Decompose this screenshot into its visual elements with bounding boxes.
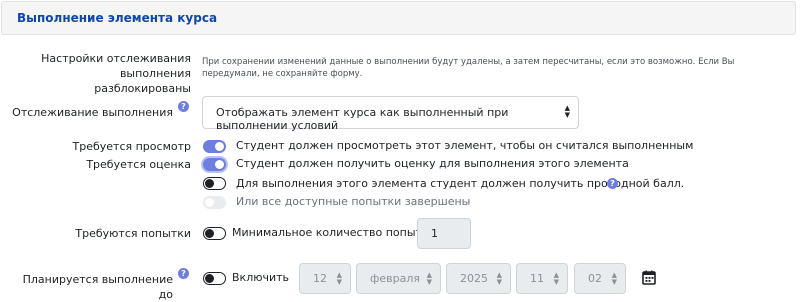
require-grade-text: Студент должен получить оценку для выпол… [236,157,629,170]
year-select-value: 2025 [460,272,488,285]
section-header[interactable]: Выполнение элемента курса [1,1,796,35]
toggle-knob [205,179,214,188]
expected-label: Планируется выполнение до [22,273,173,301]
minute-select[interactable]: 02 ▲ ▼ [574,263,626,294]
unlock-label-line2: разблокированы [94,82,191,95]
tracking-select[interactable]: Отображать элемент курса как выполненный… [202,96,579,132]
expected-enable-text: Включить [232,271,290,284]
year-select[interactable]: 2025 ▲ ▼ [446,263,511,294]
month-select-value: февраля [370,272,421,285]
all-attempts-text: Или все доступные попытки завершены [236,195,471,208]
attempts-label: Требуются попытки [75,227,191,240]
unlock-label: Настройки отслеживания выполнения разбло… [8,51,191,96]
unlock-note: При сохранении изменений данные о выполн… [202,57,735,79]
require-view-text: Студент должен просмотреть этот элемент,… [236,139,694,152]
select-caret-icon: ▲ ▼ [611,271,617,286]
select-caret-icon: ▲ ▼ [336,271,342,286]
tracking-help-icon[interactable]: ? [178,101,189,112]
hour-select[interactable]: 11 ▲ ▼ [516,263,568,294]
calendar-icon-svg [642,270,656,285]
require-grade-label: Требуется оценка [86,158,191,171]
select-caret-icon: ▲ ▼ [496,271,502,286]
tracking-select-value: Отображать элемент курса как выполненный… [216,106,509,132]
section-title[interactable]: Выполнение элемента курса [17,11,217,25]
require-view-toggle[interactable] [203,140,226,153]
require-view-label: Требуется просмотр [72,140,191,153]
select-caret-icon: ▲ ▼ [564,104,570,119]
expected-help-icon[interactable]: ? [178,268,189,279]
month-select[interactable]: февраля ▲ ▼ [356,263,441,294]
attempts-text: Минимальное количество попыток: [232,226,439,239]
toggle-knob [215,160,224,169]
pass-grade-help-icon[interactable]: ? [607,178,618,189]
calendar-icon[interactable] [638,266,660,290]
minute-select-value: 02 [588,272,602,285]
toggle-knob [215,142,224,151]
pass-grade-toggle[interactable] [203,177,226,190]
hour-select-value: 11 [530,272,544,285]
attempts-toggle[interactable] [203,227,226,240]
min-attempts-input[interactable]: 1 [417,218,471,249]
unlock-label-line1: Настройки отслеживания выполнения [41,52,191,80]
all-attempts-toggle[interactable] [203,196,226,209]
day-select-value: 12 [313,272,327,285]
select-caret-icon: ▲ ▼ [426,271,432,286]
tracking-label: Отслеживание выполнения [12,106,173,119]
require-grade-toggle[interactable] [203,158,226,171]
toggle-knob [205,229,214,238]
select-caret-icon: ▲ ▼ [553,271,559,286]
expected-enable-toggle[interactable] [203,272,226,285]
day-select[interactable]: 12 ▲ ▼ [299,263,351,294]
toggle-knob [205,274,214,283]
toggle-knob [205,198,214,207]
